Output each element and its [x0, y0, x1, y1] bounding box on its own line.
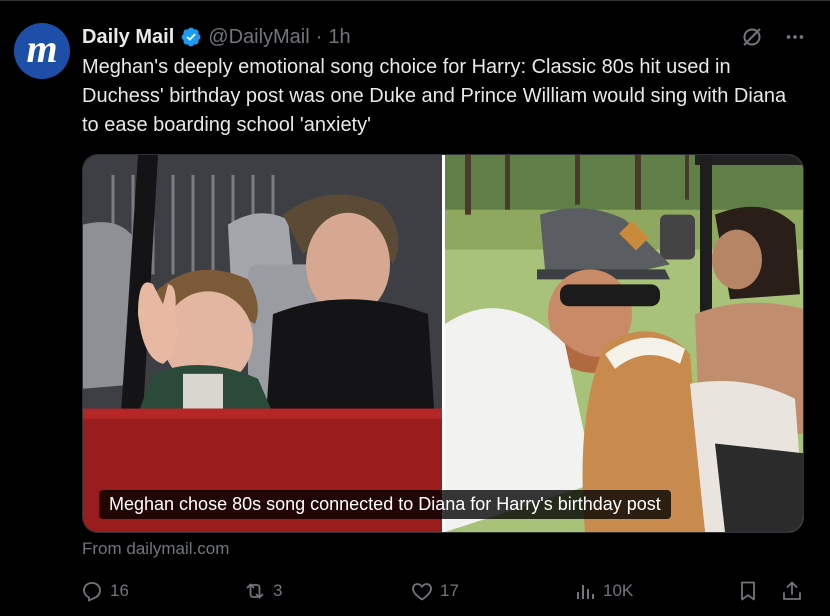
media-caption: Meghan chose 80s song connected to Diana… — [99, 490, 671, 519]
views-button[interactable]: 10K — [573, 579, 633, 603]
tweet-text: Meghan's deeply emotional song choice fo… — [82, 56, 787, 136]
author-name[interactable]: Daily Mail — [82, 26, 174, 49]
grok-icon[interactable] — [740, 25, 764, 49]
reply-count: 16 — [110, 581, 129, 600]
verified-badge-icon — [180, 26, 202, 48]
repost-icon — [243, 579, 267, 603]
media-card[interactable]: Meghan chose 80s song connected to Diana… — [82, 154, 804, 533]
repost-count: 3 — [273, 581, 283, 600]
bookmark-button[interactable] — [736, 579, 760, 603]
avatar[interactable]: m — [14, 23, 70, 79]
separator-dot: · — [315, 25, 323, 48]
author-handle[interactable]: @DailyMail — [208, 26, 309, 49]
source-link[interactable]: From dailymail.com — [82, 539, 229, 559]
more-icon[interactable] — [784, 26, 806, 48]
photo-harry-family — [445, 155, 803, 532]
bookmark-icon — [736, 579, 760, 603]
share-button[interactable] — [780, 579, 804, 603]
tweet-header: Daily Mail @DailyMail · 1h — [82, 23, 351, 51]
timestamp[interactable]: 1h — [328, 26, 350, 49]
repost-button[interactable]: 3 — [243, 579, 282, 603]
avatar-logo: m — [26, 26, 58, 71]
action-bar: 16 3 17 10K — [80, 579, 806, 607]
like-count: 17 — [440, 581, 459, 600]
reply-icon — [80, 579, 104, 603]
heart-icon — [410, 579, 434, 603]
photo-diana-william — [83, 155, 442, 532]
share-icon — [780, 579, 804, 603]
top-actions — [740, 25, 806, 49]
views-icon — [573, 579, 597, 603]
tweet[interactable]: m Daily Mail @DailyMail · 1h Meghan's de… — [0, 0, 830, 616]
views-count: 10K — [603, 581, 634, 600]
like-button[interactable]: 17 — [410, 579, 459, 603]
reply-button[interactable]: 16 — [80, 579, 129, 603]
